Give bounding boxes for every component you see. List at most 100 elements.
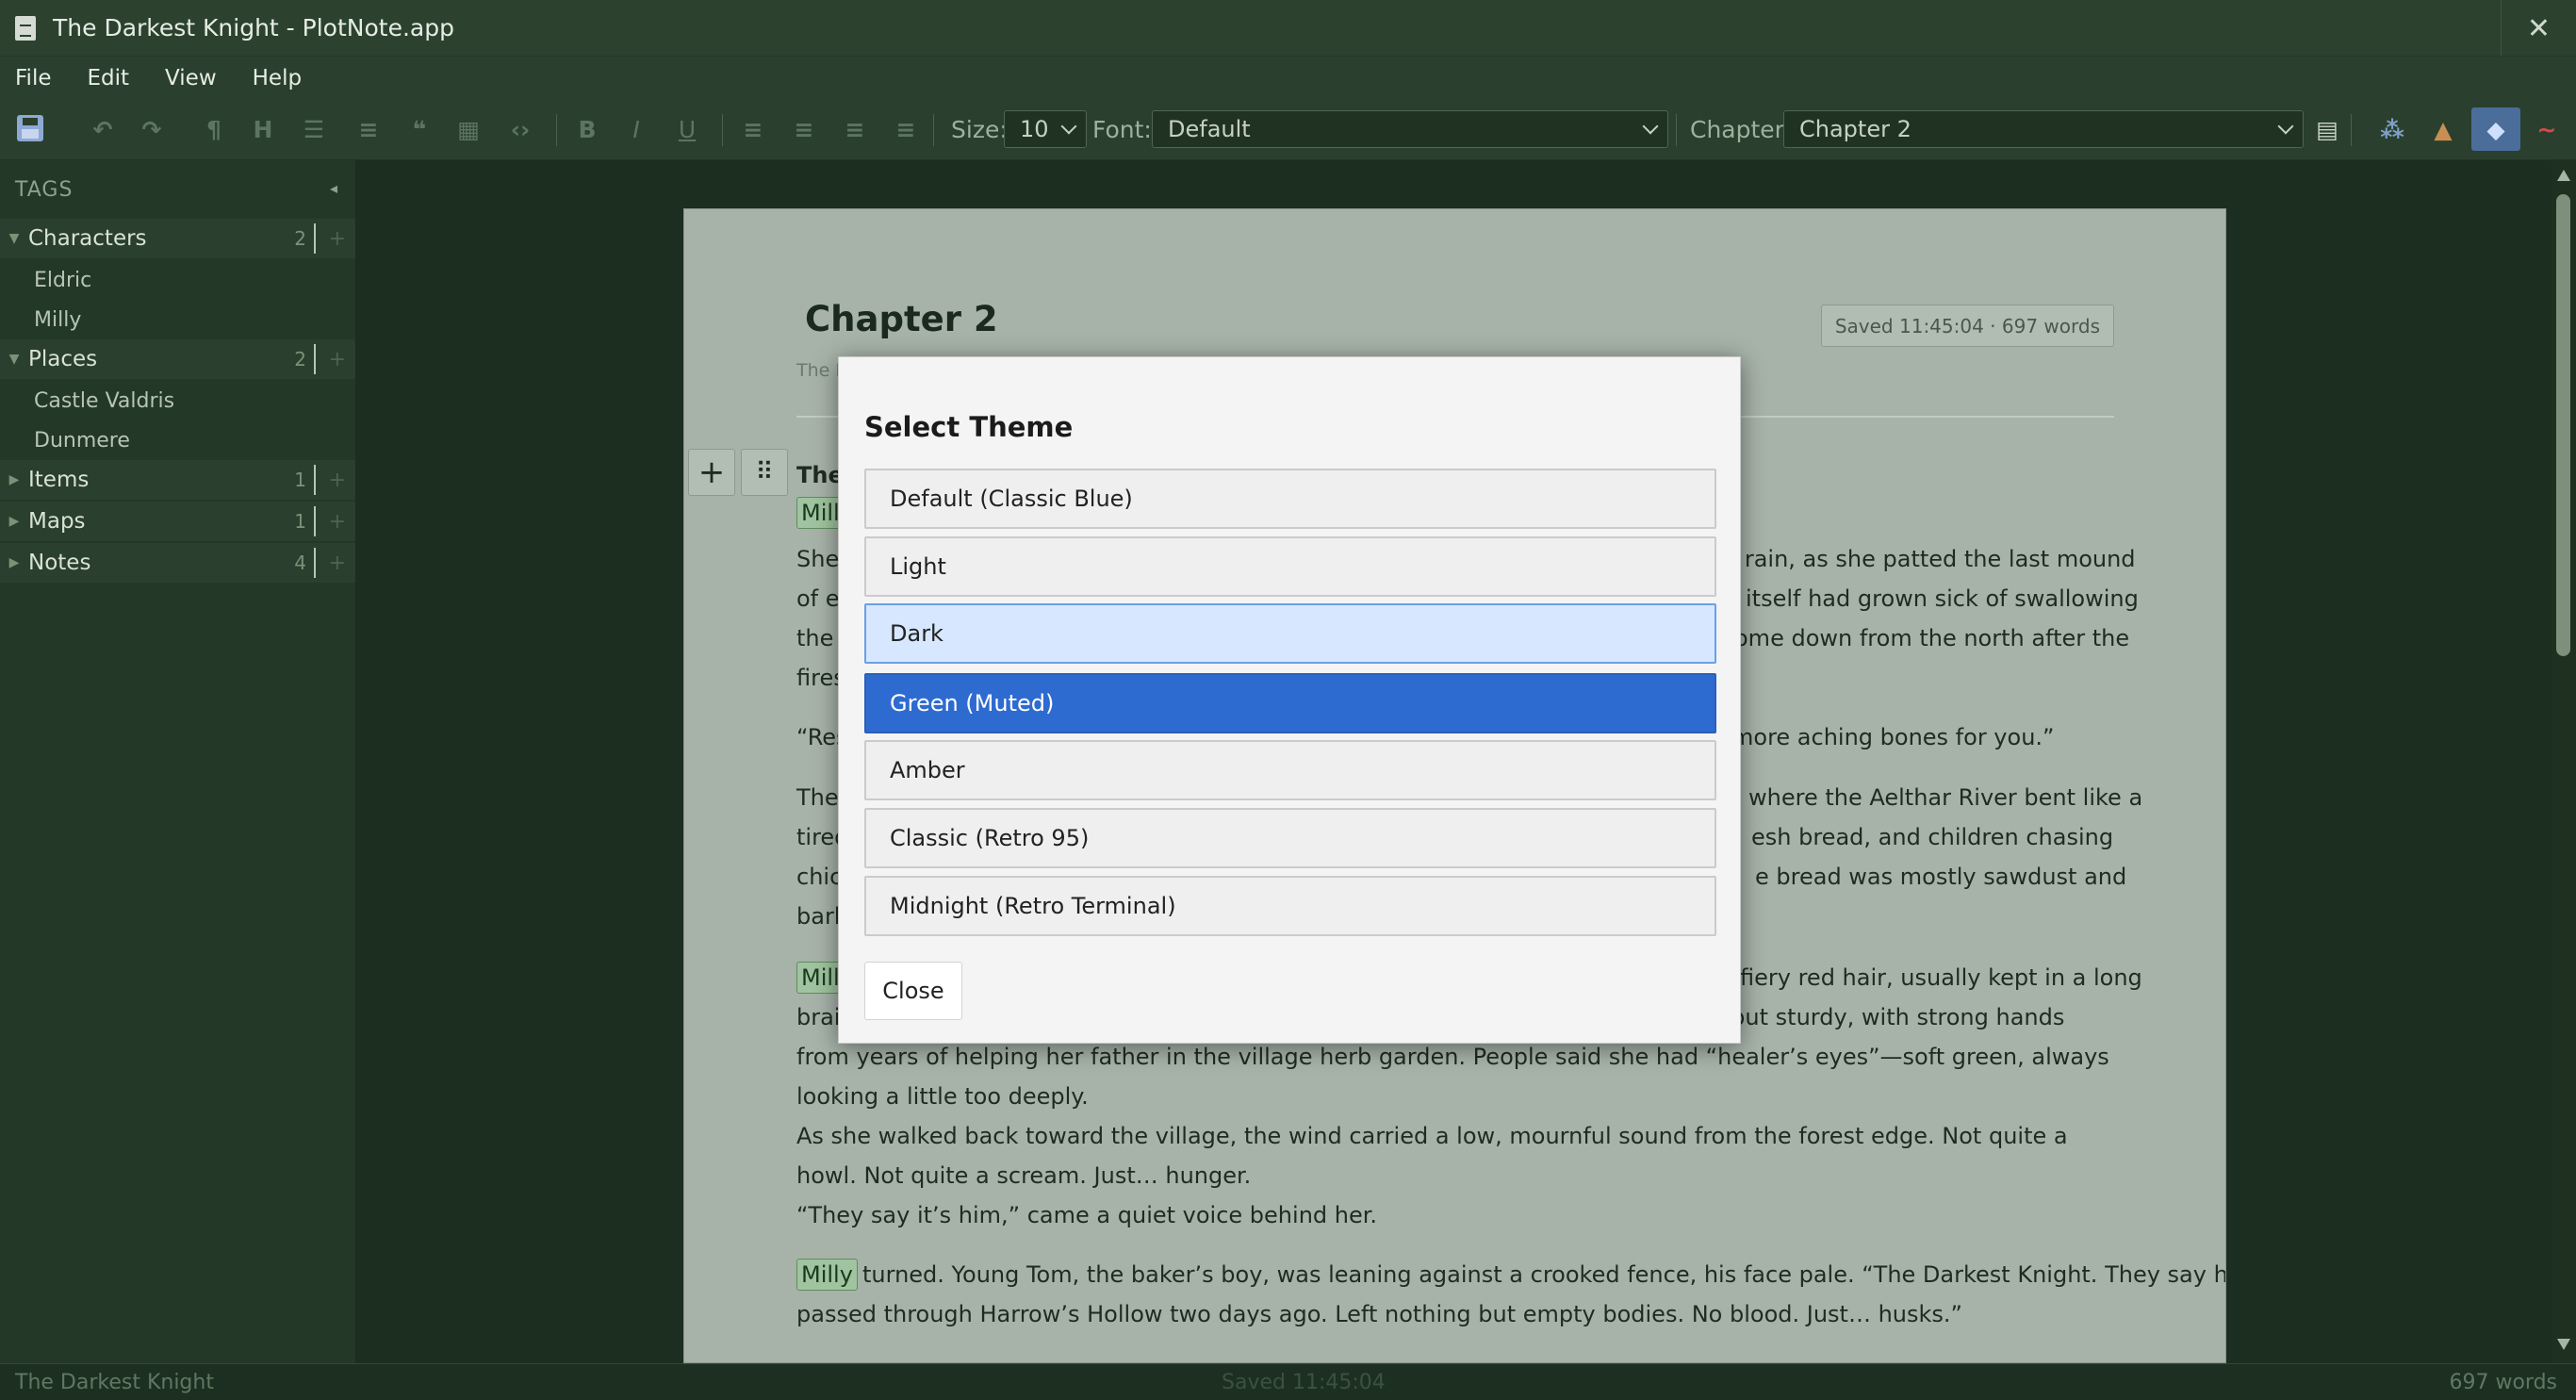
sidebar-title: TAGS bbox=[15, 177, 74, 202]
tags-sidebar: TAGS ◂ ▼ Characters 2 + Eldric Milly ▼ P… bbox=[0, 160, 356, 1363]
expand-triangle-icon[interactable]: ▼ bbox=[0, 231, 28, 246]
menu-edit[interactable]: Edit bbox=[88, 66, 130, 91]
bold-icon[interactable]: B bbox=[573, 112, 601, 146]
window-close-button[interactable]: ✕ bbox=[2501, 0, 2576, 57]
scroll-up-icon[interactable] bbox=[2557, 170, 2570, 181]
divider bbox=[314, 548, 316, 578]
chevron-down-icon bbox=[2277, 118, 2294, 135]
scroll-down-icon[interactable] bbox=[2557, 1339, 2570, 1350]
network-icon[interactable]: ⁂ bbox=[2376, 112, 2408, 146]
spellcheck-icon[interactable]: ∼ bbox=[2531, 112, 2563, 146]
add-tag-icon[interactable]: + bbox=[329, 469, 346, 492]
heading-icon[interactable]: H bbox=[249, 112, 277, 146]
text-fragment: itself had grown sick of swallowing bbox=[1746, 585, 2139, 612]
size-select[interactable]: 10 bbox=[1004, 110, 1087, 148]
menu-file[interactable]: File bbox=[15, 66, 52, 91]
chapter-subtitle: The I bbox=[796, 360, 841, 381]
font-value: Default bbox=[1168, 116, 1251, 142]
chapter-select[interactable]: Chapter 2 bbox=[1783, 110, 2304, 148]
table-icon[interactable]: ▦ bbox=[454, 112, 483, 146]
add-block-button[interactable]: + bbox=[688, 449, 735, 496]
tag-item-milly[interactable]: Milly bbox=[0, 300, 355, 339]
align-left-icon[interactable]: ≡ bbox=[739, 112, 767, 146]
tag-count: 1 bbox=[294, 510, 306, 533]
code-icon[interactable]: ‹› bbox=[504, 112, 536, 146]
tag-item-castle-valdris[interactable]: Castle Valdris bbox=[0, 381, 355, 420]
divider bbox=[314, 344, 316, 374]
expand-triangle-icon[interactable]: ▶ bbox=[0, 555, 28, 570]
theme-option-light[interactable]: Light bbox=[864, 536, 1716, 597]
quote-icon[interactable]: ❝ bbox=[405, 112, 434, 146]
tag-group-places[interactable]: ▼ Places 2 + bbox=[0, 339, 355, 379]
theme-option-amber[interactable]: Amber bbox=[864, 740, 1716, 800]
text-fragment: the bbox=[796, 625, 834, 651]
tag-icon[interactable]: ◆ bbox=[2471, 107, 2520, 151]
divider bbox=[314, 465, 316, 495]
add-tag-icon[interactable]: + bbox=[329, 510, 346, 534]
tag-item-dunmere[interactable]: Dunmere bbox=[0, 420, 355, 460]
tag-item-eldric[interactable]: Eldric bbox=[0, 260, 355, 300]
size-value: 10 bbox=[1020, 116, 1049, 142]
text-fragment: chic bbox=[796, 864, 843, 890]
scroll-thumb[interactable] bbox=[2556, 194, 2570, 656]
chapter-heading[interactable]: Chapter 2 bbox=[805, 299, 998, 339]
theme-option-default[interactable]: Default (Classic Blue) bbox=[864, 469, 1716, 529]
text-fragment: ome down from the north after the bbox=[1734, 625, 2130, 651]
add-tag-icon[interactable]: + bbox=[329, 227, 346, 251]
undo-icon[interactable]: ↶ bbox=[89, 112, 117, 146]
expand-triangle-icon[interactable]: ▼ bbox=[0, 352, 28, 367]
theme-option-midnight[interactable]: Midnight (Retro Terminal) bbox=[864, 876, 1716, 936]
align-justify-icon[interactable]: ≡ bbox=[892, 112, 920, 146]
tag-group-label: Characters bbox=[28, 226, 147, 251]
numbered-list-icon[interactable]: ≡ bbox=[354, 112, 383, 146]
expand-triangle-icon[interactable]: ▶ bbox=[0, 472, 28, 487]
expand-triangle-icon[interactable]: ▶ bbox=[0, 514, 28, 529]
theme-option-green-muted[interactable]: Green (Muted) bbox=[864, 673, 1716, 733]
paragraph-icon[interactable]: ¶ bbox=[200, 112, 228, 146]
italic-icon[interactable]: I bbox=[622, 112, 650, 146]
toolbar-separator bbox=[933, 114, 934, 146]
section-heading[interactable]: The bbox=[796, 455, 844, 495]
collapse-icon[interactable]: ◂ bbox=[330, 179, 338, 197]
text-fragment: more aching bones for you.” bbox=[1731, 724, 2055, 750]
drag-handle-icon[interactable]: ⠿ bbox=[741, 449, 788, 496]
toolbar-separator bbox=[722, 114, 723, 146]
sidebar-header: TAGS ◂ bbox=[0, 160, 355, 219]
export-icon[interactable]: ▤ bbox=[2315, 112, 2339, 146]
tag-count: 2 bbox=[294, 348, 306, 371]
text-fragment: barl bbox=[796, 903, 841, 930]
tag-count: 4 bbox=[294, 552, 306, 574]
menu-help[interactable]: Help bbox=[253, 66, 302, 91]
text-fragment: of e bbox=[796, 585, 840, 612]
size-label: Size: bbox=[951, 116, 1008, 143]
tag-group-items[interactable]: ▶ Items 1 + bbox=[0, 460, 355, 500]
status-word-count: 697 words bbox=[2449, 1371, 2557, 1394]
status-bar: The Darkest Knight Saved 11:45:04 697 wo… bbox=[0, 1363, 2576, 1400]
theme-option-classic-retro-95[interactable]: Classic (Retro 95) bbox=[864, 808, 1716, 868]
text-fragment: n rain, as she patted the last mound bbox=[1723, 546, 2136, 572]
toolbar-separator bbox=[1676, 114, 1677, 146]
theme-option-dark[interactable]: Dark bbox=[864, 603, 1716, 664]
add-tag-icon[interactable]: + bbox=[329, 552, 346, 575]
paragraph: As she walked back toward the village, t… bbox=[796, 1123, 2068, 1189]
tag-highlight[interactable]: Milly bbox=[796, 1255, 858, 1294]
toolbar-separator bbox=[2351, 114, 2352, 146]
save-icon[interactable] bbox=[17, 115, 43, 141]
redo-icon[interactable]: ↷ bbox=[138, 112, 166, 146]
align-right-icon[interactable]: ≡ bbox=[841, 112, 869, 146]
align-center-icon[interactable]: ≡ bbox=[790, 112, 818, 146]
underline-icon[interactable]: U bbox=[673, 112, 701, 146]
menu-view[interactable]: View bbox=[165, 66, 217, 91]
tag-group-characters[interactable]: ▼ Characters 2 + bbox=[0, 219, 355, 258]
menu-bar: File Edit View Help bbox=[0, 57, 2576, 99]
tag-group-maps[interactable]: ▶ Maps 1 + bbox=[0, 502, 355, 541]
bullet-list-icon[interactable]: ☰ bbox=[300, 112, 328, 146]
close-button[interactable]: Close bbox=[864, 962, 962, 1020]
add-tag-icon[interactable]: + bbox=[329, 348, 346, 371]
font-select[interactable]: Default bbox=[1152, 110, 1668, 148]
stamp-icon[interactable]: ▲ bbox=[2427, 112, 2459, 146]
text-fragment: fiery red hair, usually kept in a long bbox=[1740, 964, 2142, 991]
text-fragment: The bbox=[796, 784, 839, 811]
tag-group-notes[interactable]: ▶ Notes 4 + bbox=[0, 543, 355, 583]
vertical-scrollbar[interactable] bbox=[2551, 160, 2576, 1363]
